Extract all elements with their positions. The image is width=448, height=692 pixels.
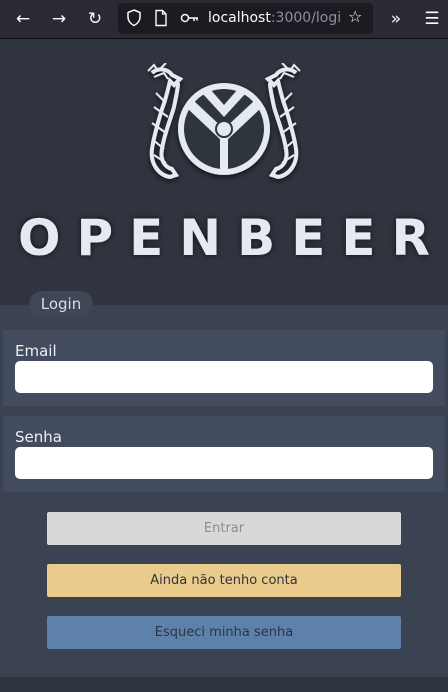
page-bottom: [0, 677, 448, 692]
page-icon[interactable]: [154, 9, 168, 32]
browser-toolbar: ← → ↻ localhost:3000/logi ☆ » ☰: [0, 0, 448, 39]
url-text[interactable]: localhost:3000/logi: [208, 10, 340, 26]
forgot-password-button[interactable]: Esqueci minha senha: [47, 616, 401, 649]
key-icon[interactable]: [180, 9, 200, 32]
reload-icon[interactable]: ↻: [81, 5, 109, 33]
shield-emblem-icon: [178, 83, 270, 175]
dragon-left-icon: [147, 63, 184, 180]
email-field[interactable]: [15, 361, 433, 393]
register-button[interactable]: Ainda não tenho conta: [47, 564, 401, 597]
url-path: :3000/logi: [270, 10, 340, 26]
email-field-group: Email: [3, 330, 445, 406]
chevrons-right-icon[interactable]: »: [382, 5, 410, 33]
url-host: localhost: [208, 10, 271, 26]
back-icon[interactable]: ←: [9, 5, 37, 33]
url-bar[interactable]: localhost:3000/logi ☆: [118, 3, 373, 34]
email-label: Email: [15, 342, 57, 360]
login-panel: Login Email Senha Entrar Ainda não tenho…: [0, 291, 448, 677]
login-tab[interactable]: Login: [29, 291, 93, 317]
password-field[interactable]: [15, 447, 433, 479]
dragon-right-icon: [264, 63, 301, 180]
password-field-group: Senha: [3, 416, 445, 492]
password-label: Senha: [15, 428, 62, 446]
forward-icon[interactable]: →: [45, 5, 73, 33]
viking-shield-logo: [147, 63, 301, 180]
hero-banner: OPENBEER: [0, 39, 448, 303]
submit-button[interactable]: Entrar: [47, 512, 401, 545]
brand-title: OPENBEER: [17, 209, 447, 267]
shield-icon[interactable]: [126, 9, 142, 32]
star-icon[interactable]: ☆: [348, 8, 362, 26]
hamburger-icon[interactable]: ☰: [418, 5, 446, 33]
